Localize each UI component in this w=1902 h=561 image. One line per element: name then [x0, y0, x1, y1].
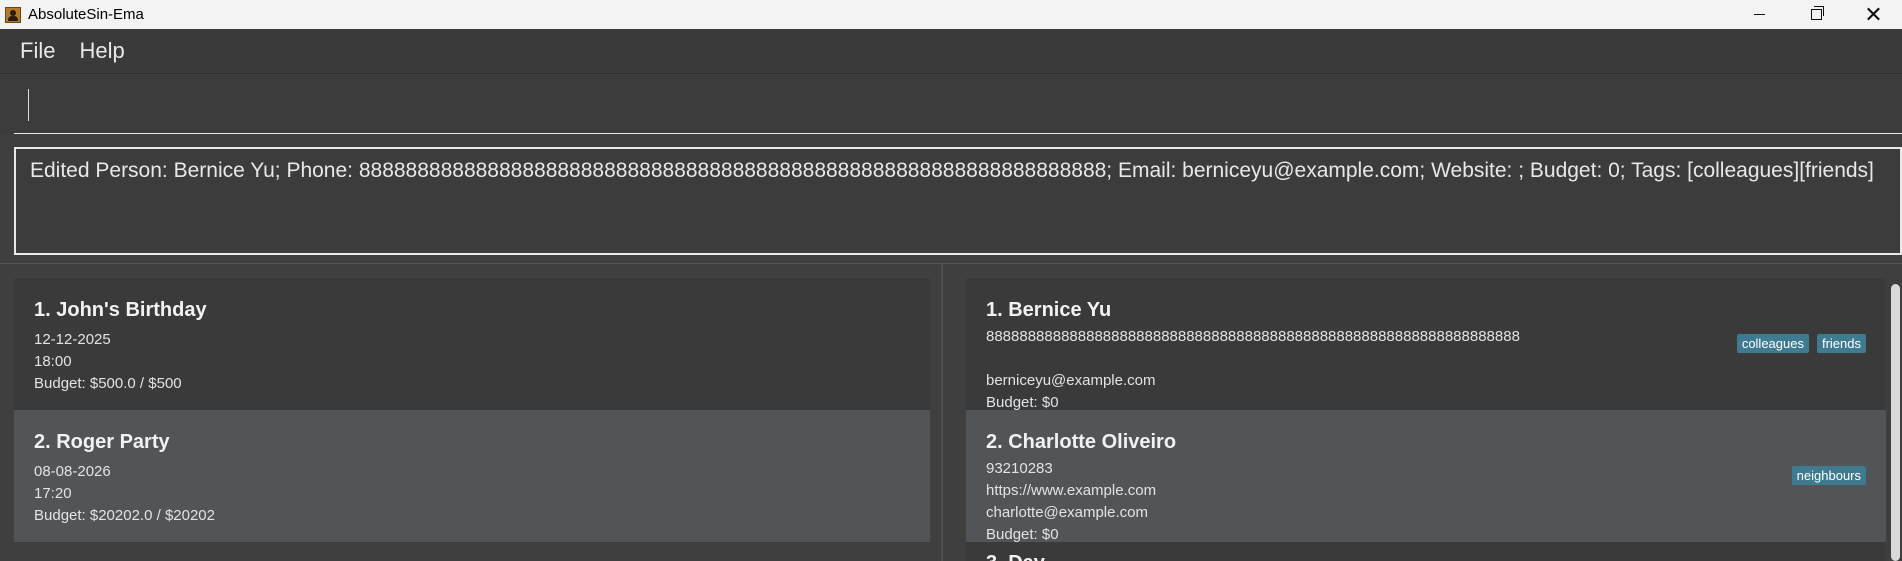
- person-card[interactable]: 2. Charlotte Oliveiro 93210283 https://w…: [966, 410, 1886, 543]
- tag: friends: [1816, 334, 1866, 353]
- tag-list: neighbours: [1791, 466, 1866, 485]
- event-name: 2. Roger Party: [34, 431, 170, 453]
- window-controls: ✕: [1731, 0, 1902, 29]
- tag: colleagues: [1736, 334, 1809, 353]
- person-email: berniceyu@example.com: [986, 372, 1156, 389]
- event-card[interactable]: 1. John's Birthday 12-12-2025 18:00 Budg…: [14, 278, 930, 410]
- person-name: 2. Charlotte Oliveiro: [986, 431, 1177, 453]
- event-time: 17:20: [34, 485, 72, 502]
- close-button[interactable]: ✕: [1845, 0, 1902, 29]
- tag-list: colleagues friends: [1736, 334, 1866, 353]
- minimize-button[interactable]: [1731, 0, 1788, 29]
- result-display: Edited Person: Bernice Yu; Phone: 888888…: [14, 147, 1902, 255]
- panel-divider[interactable]: [941, 263, 943, 561]
- person-card[interactable]: 3. Dav: [966, 542, 1886, 561]
- person-list-scrollbar[interactable]: [1891, 284, 1900, 561]
- window-title: AbsoluteSin-Ema: [28, 6, 144, 23]
- restore-button[interactable]: [1788, 0, 1845, 29]
- title-bar: AbsoluteSin-Ema ✕: [0, 0, 1902, 29]
- event-time: 18:00: [34, 353, 72, 370]
- menu-file[interactable]: File: [10, 38, 65, 64]
- person-card[interactable]: 1. Bernice Yu 88888888888888888888888888…: [966, 278, 1886, 411]
- menu-help[interactable]: Help: [69, 38, 134, 64]
- restore-icon: [1811, 6, 1824, 20]
- command-input[interactable]: [14, 79, 1902, 134]
- person-name: 1. Bernice Yu: [986, 299, 1112, 321]
- event-card[interactable]: 2. Roger Party 08-08-2026 17:20 Budget: …: [14, 410, 930, 542]
- person-name: 3. Dav: [986, 552, 1886, 561]
- menu-bar: File Help: [0, 29, 1902, 74]
- person-website: https://www.example.com: [986, 482, 1157, 499]
- command-box: [0, 74, 1902, 134]
- event-name: 1. John's Birthday: [34, 299, 207, 321]
- section-separator: [0, 263, 1902, 264]
- minimize-icon: [1754, 14, 1765, 15]
- event-date: 08-08-2026: [34, 463, 111, 480]
- event-list[interactable]: 1. John's Birthday 12-12-2025 18:00 Budg…: [14, 278, 930, 561]
- person-email: charlotte@example.com: [986, 504, 1148, 521]
- text-caret: [28, 89, 29, 121]
- tag: neighbours: [1791, 466, 1866, 485]
- event-budget: Budget: $20202.0 / $20202: [34, 507, 215, 524]
- app-icon: [5, 6, 21, 23]
- person-phone: 93210283: [986, 460, 1053, 477]
- event-budget: Budget: $500.0 / $500: [34, 375, 182, 392]
- event-date: 12-12-2025: [34, 331, 111, 348]
- person-list[interactable]: 1. Bernice Yu 88888888888888888888888888…: [966, 278, 1886, 561]
- close-icon: ✕: [1864, 1, 1883, 27]
